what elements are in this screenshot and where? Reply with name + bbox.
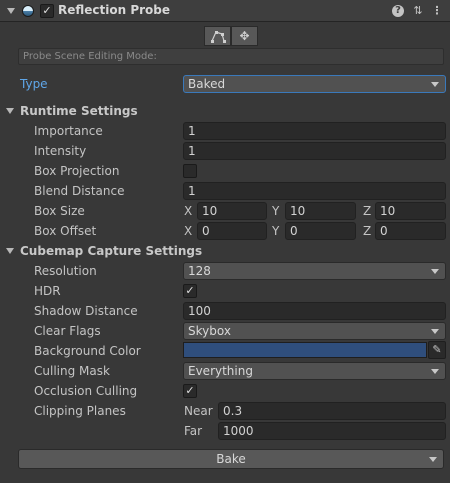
box-offset-z-field[interactable]: 0: [375, 222, 446, 240]
box-projection-checkbox[interactable]: [183, 164, 197, 178]
clear-flags-label: Clear Flags: [34, 324, 101, 338]
shadow-distance-field[interactable]: 100: [183, 302, 446, 320]
intensity-label: Intensity: [34, 144, 87, 158]
eyedropper-icon[interactable]: ✎: [428, 341, 446, 359]
culling-mask-dropdown[interactable]: Everything: [183, 362, 446, 380]
box-size-z-label[interactable]: Z: [363, 204, 371, 218]
far-field[interactable]: 1000: [218, 422, 446, 440]
box-offset-x-label[interactable]: X: [184, 224, 192, 238]
resolution-value: 128: [188, 264, 211, 278]
probe-scene-editing-mode-bar: Probe Scene Editing Mode:: [18, 48, 444, 65]
type-value: Baked: [188, 77, 226, 91]
near-label[interactable]: Near: [184, 404, 213, 418]
clipping-planes-label: Clipping Planes: [34, 404, 126, 418]
far-label[interactable]: Far: [184, 424, 202, 438]
bake-button-label: Bake: [216, 452, 246, 466]
runtime-settings-header[interactable]: Runtime Settings: [20, 104, 138, 118]
more-options-icon[interactable]: ⋮: [430, 4, 444, 18]
type-dropdown[interactable]: Baked: [183, 75, 446, 93]
culling-mask-label: Culling Mask: [34, 364, 110, 378]
box-size-x-field[interactable]: 10: [197, 202, 267, 220]
chevron-down-icon: [429, 457, 437, 462]
occlusion-culling-label: Occlusion Culling: [34, 384, 138, 398]
box-offset-y-label[interactable]: Y: [272, 224, 279, 238]
component-title: Reflection Probe: [58, 3, 171, 17]
background-color-label: Background Color: [34, 344, 141, 358]
hdr-checkbox[interactable]: ✓: [183, 284, 197, 298]
box-offset-y-field[interactable]: 0: [285, 222, 356, 240]
importance-label: Importance: [34, 124, 103, 138]
background-color-swatch[interactable]: [183, 342, 427, 358]
component-enabled-checkbox[interactable]: ✓: [40, 4, 54, 18]
culling-mask-value: Everything: [188, 364, 253, 378]
resolution-label: Resolution: [34, 264, 97, 278]
box-projection-label: Box Projection: [34, 164, 120, 178]
box-size-y-label[interactable]: Y: [272, 204, 279, 218]
clear-flags-dropdown[interactable]: Skybox: [183, 322, 446, 340]
probe-icon: [22, 5, 34, 17]
edit-bounds-icon[interactable]: [204, 26, 231, 46]
edit-origin-icon[interactable]: ✥: [231, 26, 258, 46]
box-size-label: Box Size: [34, 204, 85, 218]
occlusion-culling-checkbox[interactable]: ✓: [183, 384, 197, 398]
blend-distance-field[interactable]: 1: [183, 182, 446, 200]
box-size-y-field[interactable]: 10: [285, 202, 356, 220]
edit-mode-toolbar: ✥: [204, 26, 258, 46]
clear-flags-value: Skybox: [188, 324, 231, 338]
box-offset-z-label[interactable]: Z: [363, 224, 371, 238]
help-icon[interactable]: ?: [392, 5, 404, 17]
shadow-distance-label: Shadow Distance: [34, 304, 138, 318]
settings-sliders-icon[interactable]: ⇅: [411, 4, 425, 18]
runtime-foldout-arrow-icon[interactable]: [6, 108, 14, 114]
component-header: ✓ Reflection Probe ? ⇅ ⋮: [0, 0, 450, 22]
hdr-label: HDR: [34, 284, 61, 298]
importance-field[interactable]: 1: [183, 122, 446, 140]
box-size-z-field[interactable]: 10: [375, 202, 446, 220]
box-offset-label: Box Offset: [34, 224, 97, 238]
blend-distance-label: Blend Distance: [34, 184, 125, 198]
box-size-x-label[interactable]: X: [184, 204, 192, 218]
foldout-arrow-icon[interactable]: [7, 8, 15, 14]
intensity-field[interactable]: 1: [183, 142, 446, 160]
cubemap-capture-settings-header[interactable]: Cubemap Capture Settings: [20, 244, 202, 258]
chevron-down-icon: [431, 82, 439, 87]
near-field[interactable]: 0.3: [218, 402, 446, 420]
cubemap-foldout-arrow-icon[interactable]: [6, 248, 14, 254]
chevron-down-icon: [431, 329, 439, 334]
type-label: Type: [20, 77, 48, 91]
box-offset-x-field[interactable]: 0: [197, 222, 267, 240]
chevron-down-icon: [431, 269, 439, 274]
bake-button[interactable]: Bake: [18, 449, 444, 469]
chevron-down-icon: [431, 369, 439, 374]
resolution-dropdown[interactable]: 128: [183, 262, 446, 280]
